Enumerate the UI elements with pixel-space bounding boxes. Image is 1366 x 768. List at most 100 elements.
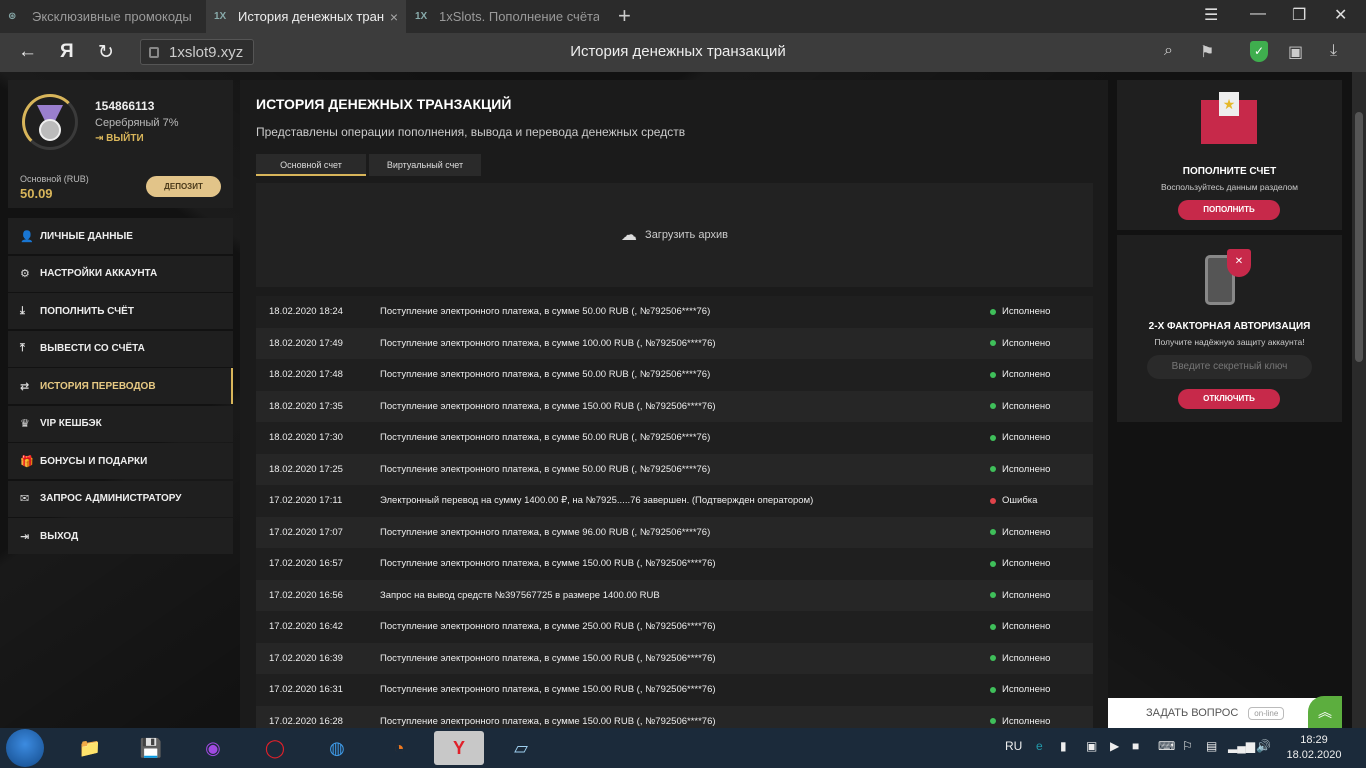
page-scrollbar[interactable] [1352, 72, 1366, 728]
close-tab-icon[interactable]: × [390, 9, 398, 25]
sidebar-menu: 👤 ЛИЧНЫЕ ДАННЫЕ ⚙ НАСТРОЙКИ АККАУНТА ⤓ ПОПО… [8, 218, 233, 556]
deposit-promo-card: ★ ПОПОЛНИТЕ СЧЕТ Воспользуйтесь данным р… [1117, 80, 1342, 230]
status-badge: Исполнено [990, 432, 1050, 443]
tray-app2-icon[interactable]: ■ [1132, 739, 1139, 753]
firefox-icon[interactable]: ◔ [374, 731, 424, 765]
download-icon[interactable]: ⤓ [1330, 42, 1337, 60]
translate-icon[interactable]: ▣ [1288, 42, 1303, 62]
back-icon[interactable]: ← [18, 41, 37, 63]
status-badge: Исполнено [990, 401, 1050, 412]
table-row: 17.02.2020 16:57 Поступление электронного… [256, 548, 1093, 580]
file-explorer-icon[interactable]: 📁 [65, 731, 115, 765]
url-field[interactable]: 1xslot9.xyz [140, 39, 254, 65]
status-dot-icon [990, 655, 996, 662]
replenish-button[interactable]: ПОПОЛНИТЬ [1178, 200, 1280, 220]
tab-promo-codes[interactable]: ⊛ Эксклюзивные промокоды [0, 0, 205, 33]
start-button[interactable] [6, 729, 44, 767]
tray-media-icon[interactable]: ▶ [1110, 739, 1119, 753]
tray-audio-icon[interactable]: ▮ [1060, 739, 1067, 753]
sidebar-item-account-settings[interactable]: ⚙ НАСТРОЙКИ АККАУНТА [8, 255, 233, 292]
floppy-icon[interactable]: 💾 [126, 731, 176, 765]
transaction-message: Поступление электронного платежа, в сумм… [380, 400, 716, 412]
opera-icon[interactable]: ◯ [250, 731, 300, 765]
tab-deposit-page[interactable]: 1X 1xSlots. Пополнение счёта [407, 0, 607, 33]
close-window-icon[interactable]: ✕ [1334, 5, 1347, 25]
download-archive-button[interactable]: ☁ Загрузить архив [256, 183, 1093, 287]
sidebar-item-admin-request[interactable]: ✉ ЗАПРОС АДМИНИСТРАТОРУ [8, 480, 233, 517]
logout-link[interactable]: ⇥ ВЫЙТИ [95, 133, 144, 144]
sidebar-item-exit[interactable]: ⇥ ВЫХОД [8, 518, 233, 554]
disable-2fa-button[interactable]: ОТКЛЮЧИТЬ [1178, 389, 1280, 409]
transaction-date: 17.02.2020 17:07 [269, 526, 343, 538]
scrollbar-thumb[interactable] [1355, 112, 1363, 362]
status-dot-icon [990, 308, 996, 315]
star-icon: ★ [1219, 92, 1239, 116]
tray-device-icon[interactable]: ▤ [1206, 739, 1217, 753]
restore-icon[interactable]: ❐ [1292, 5, 1306, 25]
yandex-browser-icon[interactable]: Y [434, 731, 484, 765]
tray-app-icon[interactable]: ▣ [1086, 739, 1097, 753]
table-row: 18.02.2020 17:25 Поступление электронного… [256, 453, 1093, 485]
status-badge: Исполнено [990, 369, 1050, 380]
shield-icon: ✕ [1227, 249, 1251, 277]
clock-date: 18.02.2020 [1286, 749, 1342, 761]
transaction-date: 17.02.2020 17:11 [269, 495, 343, 507]
transaction-date: 18.02.2020 17:30 [269, 432, 343, 444]
chevron-up-icon[interactable]: ︽ [1308, 696, 1342, 728]
protect-shield-icon[interactable]: ✓ [1250, 41, 1268, 62]
status-dot-icon [990, 560, 996, 567]
balance-value: 50.09 [20, 186, 53, 201]
transaction-date: 18.02.2020 17:49 [269, 337, 343, 349]
tab-transaction-history[interactable]: 1X История денежных тран × [206, 0, 406, 33]
table-row: 17.02.2020 17:11 Электронный перевод на с… [256, 485, 1093, 517]
deposit-button[interactable]: ДЕПОЗИТ [146, 176, 221, 197]
transaction-date: 17.02.2020 16:28 [269, 715, 343, 727]
two-factor-subtitle: Получите надёжную защиту аккаунта! [1154, 337, 1305, 347]
transaction-date: 18.02.2020 17:48 [269, 369, 343, 381]
menu-icon[interactable]: ☰ [1204, 5, 1218, 25]
secret-key-input[interactable]: Введите секретный ключ [1147, 355, 1312, 379]
transaction-message: Поступление электронного платежа, в сумм… [380, 715, 716, 727]
tab-virtual-account[interactable]: Виртуальный счет [369, 154, 481, 176]
tab-main-account[interactable]: Основной счет [256, 154, 366, 176]
new-tab-icon[interactable]: + [618, 3, 631, 29]
chrome-icon[interactable]: ◍ [312, 731, 362, 765]
notepad-icon[interactable]: ▱ [496, 731, 546, 765]
coin-icon [39, 119, 61, 141]
search-icon[interactable]: ⌕ [1164, 42, 1173, 60]
network-icon[interactable]: ▂▄▆ [1228, 739, 1255, 753]
envelope-icon: ★ [1201, 92, 1257, 144]
download-icon: ⤓ [20, 304, 25, 317]
tray-edge-icon[interactable]: e [1036, 739, 1043, 753]
action-center-icon[interactable]: ⚐ [1182, 739, 1193, 753]
tor-browser-icon[interactable]: ◉ [188, 731, 238, 765]
system-clock[interactable]: 18:29 18.02.2020 [1284, 733, 1344, 763]
windows-taskbar: 📁 💾 ◉ ◯ ◍ ◔ Y ▱ RU e ▮ ▣ ▶ ■ ⌨ ⚐ ▤ ▂▄▆ 🔊… [0, 728, 1366, 768]
envelope-icon: ✉ [20, 493, 30, 505]
sidebar-item-personal-data[interactable]: 👤 ЛИЧНЫЕ ДАННЫЕ [8, 218, 233, 254]
sidebar-item-deposit[interactable]: ⤓ ПОПОЛНИТЬ СЧЁТ [8, 293, 233, 329]
transaction-message: Поступление электронного платежа, в сумм… [380, 337, 716, 349]
address-bar: ← Я ↻ 1xslot9.xyz История денежных транз… [0, 33, 1366, 72]
table-row: 18.02.2020 17:30 Поступление электронного… [256, 422, 1093, 454]
bookmark-icon[interactable]: ⚑ [1200, 42, 1214, 62]
table-row: 17.02.2020 16:31 Поступление электронного… [256, 674, 1093, 706]
deposit-card-subtitle: Воспользуйтесь данным разделом [1160, 182, 1299, 192]
minimize-icon[interactable]: — [1250, 5, 1266, 23]
ask-question-widget[interactable]: ЗАДАТЬ ВОПРОС on-line ︽ [1108, 696, 1342, 728]
reload-icon[interactable]: ↻ [98, 41, 114, 64]
transaction-date: 17.02.2020 16:57 [269, 558, 343, 570]
yandex-icon[interactable]: Я [60, 41, 74, 63]
page-content: 154866113 Серебряный 7% ⇥ ВЫЙТИ Основной… [0, 72, 1352, 728]
sidebar-item-vip-cashback[interactable]: ♛ VIP КЕШБЭК [8, 405, 233, 442]
tray-keyboard-icon[interactable]: ⌨ [1158, 739, 1175, 753]
status-badge: Исполнено [990, 527, 1050, 538]
status-dot-icon [990, 466, 996, 473]
sidebar-item-bonuses[interactable]: 🎁 БОНУСЫ И ПОДАРКИ [8, 443, 233, 479]
sidebar-item-withdraw[interactable]: ⤒ ВЫВЕСТИ СО СЧЁТА [8, 330, 233, 367]
transaction-message: Поступление электронного платежа, в сумм… [380, 684, 716, 696]
language-indicator[interactable]: RU [1005, 739, 1022, 753]
sidebar-item-transfer-history[interactable]: ⇄ ИСТОРИЯ ПЕРЕВОДОВ [8, 368, 233, 404]
volume-icon[interactable]: 🔊 [1256, 739, 1271, 753]
deposit-card-title: ПОПОЛНИТЕ СЧЕТ [1182, 166, 1277, 177]
